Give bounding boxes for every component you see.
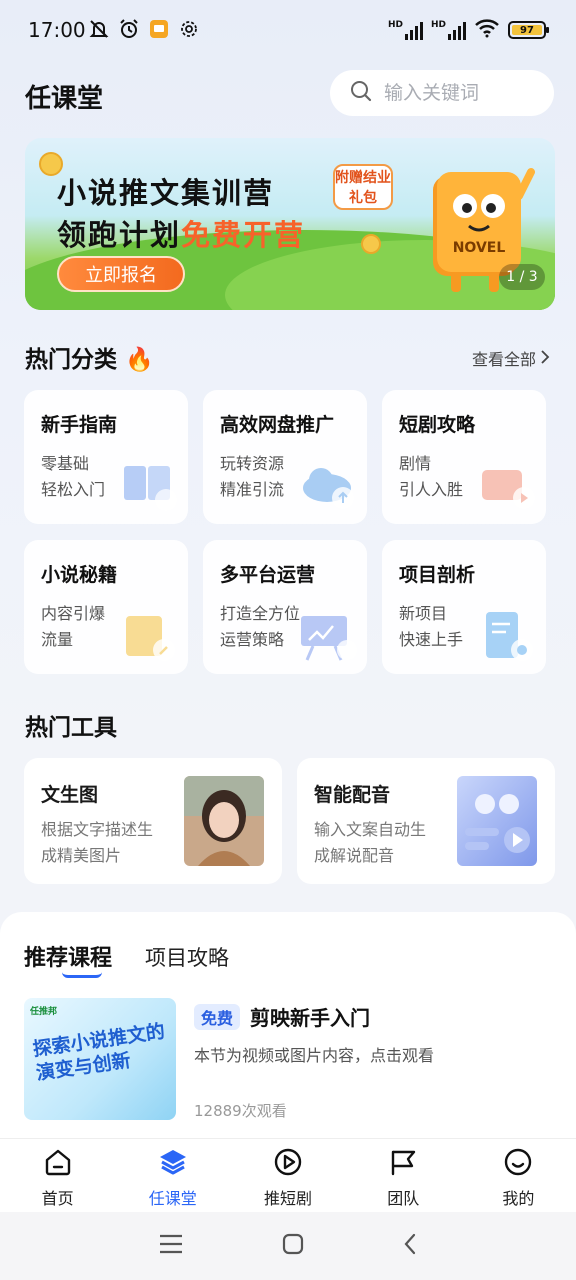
document-icon [478,610,538,662]
course-title[interactable]: 剪映新手入门 [250,1002,370,1031]
tool-card-text-to-image[interactable]: 文生图 根据文字描述生 成精美图片 [24,758,282,884]
search-input[interactable] [384,82,524,104]
tool-card-smart-dubbing[interactable]: 智能配音 输入文案自动生 成解说配音 [297,758,555,884]
category-desc: 零基础 [41,454,90,473]
chevron-right-icon [540,349,550,368]
category-card[interactable]: 新手指南 零基础 轻松入门 [24,390,188,524]
smile-icon [503,1147,533,1181]
mute-icon [88,18,110,40]
voice-thumbnail [457,776,537,866]
category-title: 多平台运营 [220,564,316,586]
category-title: 高效网盘推广 [220,414,335,436]
nav-mine[interactable]: 我的 [461,1139,576,1212]
tab-recommended-courses[interactable]: 推荐课程 [24,940,112,972]
signal-icon: HD [388,20,423,40]
tab-indicator [62,972,102,978]
layers-icon [158,1147,188,1181]
category-desc: 精准引流 [220,480,285,499]
search-bar[interactable] [330,70,554,116]
course-thumbnail[interactable]: 任推邦 探索小说推文的演变与创新 [24,998,176,1120]
category-title: 新手指南 [41,414,118,436]
gift-tag: 附赠结业礼包 [333,164,393,210]
nav-courses[interactable]: 任课堂 [115,1139,230,1212]
notebook-icon [120,610,180,662]
coin-icon [361,234,381,254]
portrait-thumbnail [184,776,264,866]
presentation-icon [299,610,359,662]
course-view-count: 12889次观看 [194,1102,287,1120]
search-icon [350,80,372,106]
notification-app-icon [148,18,170,40]
fire-icon: 🔥 [125,347,154,373]
section-title-tools: 热门工具 [25,715,117,741]
wifi-icon [474,18,500,42]
category-desc: 玩转资源 [220,454,285,473]
category-title: 小说秘籍 [41,564,118,586]
status-time: 17:00 [28,18,86,42]
flag-icon [388,1147,418,1181]
nav-team[interactable]: 团队 [346,1139,461,1212]
system-nav-bar [0,1212,576,1280]
category-desc: 流量 [41,630,74,649]
category-desc: 轻松入门 [41,480,106,499]
signal-icon: HD [431,20,466,40]
course-sheet: 推荐课程 项目攻略 任推邦 探索小说推文的演变与创新 免费 剪映新手入门 本节为… [0,912,576,1138]
book-icon [120,460,180,512]
category-desc: 剧情 [399,454,432,473]
category-title: 项目剖析 [399,564,476,586]
page-title: 任课堂 [25,84,104,114]
category-card[interactable]: 短剧攻略 剧情 引人入胜 [382,390,546,524]
category-card[interactable]: 高效网盘推广 玩转资源 精准引流 [203,390,367,524]
view-all-link[interactable]: 查看全部 [472,346,550,370]
gear-icon [178,18,200,40]
home-square-icon[interactable] [281,1232,305,1260]
banner-headline: 小说推文集训营 [57,176,275,210]
nav-short-drama[interactable]: 推短剧 [230,1139,345,1212]
status-bar: 17:00 HD HD 97 [0,0,576,60]
category-desc: 打造全方位 [220,604,301,623]
category-title: 短剧攻略 [399,414,476,436]
alarm-icon [118,18,140,40]
category-desc: 运营策略 [220,630,285,649]
section-title-categories: 热门分类 🔥 [25,347,154,373]
back-icon[interactable] [402,1232,418,1260]
tab-project-guides[interactable]: 项目攻略 [145,942,229,972]
cloud-icon [299,460,359,512]
menu-icon[interactable] [158,1233,184,1259]
play-icon [273,1147,303,1181]
category-desc: 引人入胜 [399,480,464,499]
category-card[interactable]: 小说秘籍 内容引爆 流量 [24,540,188,674]
free-badge: 免费 [194,1004,240,1030]
banner-subheadline: 领跑计划免费开营 [57,218,306,252]
svg-text:NOVEL: NOVEL [453,240,506,256]
battery-icon: 97 [508,21,549,39]
category-desc: 新项目 [399,604,448,623]
category-desc: 快速上手 [399,630,464,649]
category-desc: 内容引爆 [41,604,106,623]
promo-banner[interactable]: 小说推文集训营 领跑计划免费开营 附赠结业礼包 立即报名 NOVEL 1 / 3 [25,138,555,310]
bottom-nav: 首页 任课堂 推短剧 团队 我的 [0,1138,576,1212]
signup-button[interactable]: 立即报名 [57,256,185,292]
nav-home[interactable]: 首页 [0,1139,115,1212]
home-icon [43,1147,73,1181]
course-description: 本节为视频或图片内容，点击观看 [194,1046,435,1065]
category-card[interactable]: 多平台运营 打造全方位 运营策略 [203,540,367,674]
video-icon [478,460,538,512]
category-card[interactable]: 项目剖析 新项目 快速上手 [382,540,546,674]
banner-pager: 1 / 3 [499,264,545,290]
